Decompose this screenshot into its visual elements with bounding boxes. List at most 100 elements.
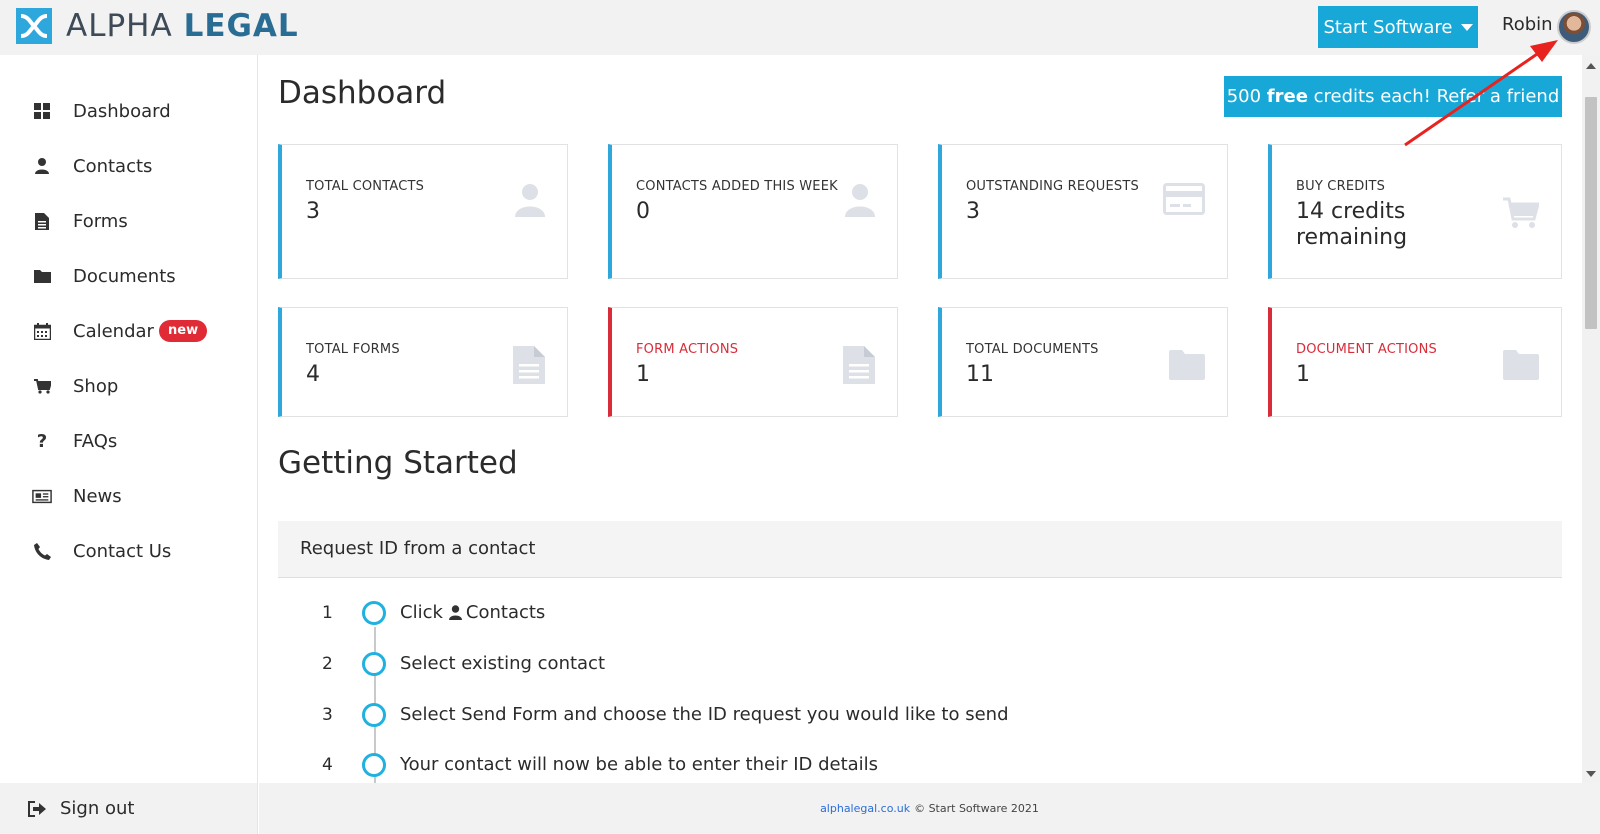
- page-title: Dashboard: [278, 75, 447, 111]
- card-form-actions[interactable]: FORM ACTIONS 1: [608, 307, 898, 417]
- step-text: Select existing contact: [400, 653, 606, 674]
- step-number: 4: [322, 755, 333, 775]
- card-value: 11: [966, 362, 994, 387]
- panel-header[interactable]: Request ID from a contact: [278, 521, 1562, 578]
- card-value: 4: [306, 362, 320, 387]
- sign-out-button[interactable]: Sign out: [0, 783, 258, 834]
- card-value: 14 credits remaining: [1296, 199, 1408, 250]
- card-value: 3: [306, 199, 320, 224]
- footer-link[interactable]: alphalegal.co.uk: [820, 802, 910, 815]
- avatar[interactable]: [1557, 10, 1591, 44]
- alpha-logo-icon: [16, 8, 52, 44]
- step-3: 3 Select Send Form and choose the ID req…: [259, 703, 1559, 733]
- document-icon: [513, 346, 545, 388]
- user-icon: [515, 183, 545, 221]
- credit-card-icon: [1163, 183, 1205, 219]
- card-label: FORM ACTIONS: [636, 342, 739, 357]
- folder-icon: [1503, 350, 1539, 384]
- sidebar-item-forms[interactable]: Forms: [0, 201, 258, 241]
- sidebar-item-contacts[interactable]: Contacts: [0, 146, 258, 186]
- scrollbar-thumb[interactable]: [1585, 97, 1597, 329]
- document-icon: [843, 346, 875, 388]
- top-bar: ALPHA LEGAL Start Software Robin: [0, 0, 1600, 55]
- cart-icon: [32, 376, 52, 396]
- card-label: DOCUMENT ACTIONS: [1296, 342, 1437, 357]
- folder-icon: [32, 266, 52, 286]
- card-outstanding-requests[interactable]: OUTSTANDING REQUESTS 3: [938, 144, 1228, 279]
- sign-out-label: Sign out: [60, 798, 135, 819]
- card-buy-credits[interactable]: BUY CREDITS 14 credits remaining: [1268, 144, 1562, 279]
- dashboard-icon: [32, 101, 52, 121]
- card-document-actions[interactable]: DOCUMENT ACTIONS 1: [1268, 307, 1562, 417]
- getting-started-title: Getting Started: [278, 445, 518, 481]
- sidebar-item-dashboard[interactable]: Dashboard: [0, 91, 258, 131]
- step-number: 2: [322, 654, 333, 674]
- card-label: TOTAL FORMS: [306, 342, 400, 357]
- card-total-contacts[interactable]: TOTAL CONTACTS 3: [278, 144, 568, 279]
- form-icon: [32, 211, 52, 231]
- brand-logo[interactable]: ALPHA LEGAL: [16, 8, 299, 44]
- user-icon: [845, 183, 875, 221]
- caret-down-icon: [1460, 23, 1473, 31]
- sidebar-item-label: Shop: [73, 375, 119, 397]
- newspaper-icon: [32, 486, 52, 506]
- phone-icon: [32, 541, 52, 561]
- brand-name: ALPHA LEGAL: [66, 8, 299, 44]
- sidebar-item-label: Contact Us: [73, 540, 172, 562]
- folder-icon: [1169, 350, 1205, 384]
- card-label: OUTSTANDING REQUESTS: [966, 179, 1139, 194]
- user-icon: [32, 156, 52, 176]
- cart-icon: [1503, 197, 1540, 233]
- step-number: 3: [322, 705, 333, 725]
- card-label: BUY CREDITS: [1296, 179, 1386, 194]
- footer: alphalegal.co.uk © Start Software 2021: [259, 783, 1600, 834]
- sidebar-item-news[interactable]: News: [0, 476, 258, 516]
- step-circle: [362, 601, 386, 625]
- step-4: 4 Your contact will now be able to enter…: [259, 753, 1559, 783]
- footer-copyright: © Start Software 2021: [914, 802, 1039, 815]
- scroll-up-arrow-icon[interactable]: [1586, 63, 1596, 69]
- username[interactable]: Robin: [1502, 14, 1553, 35]
- calendar-icon: [32, 321, 52, 341]
- sidebar-item-label: Documents: [73, 265, 176, 287]
- card-value: 0: [636, 199, 650, 224]
- scrollbar[interactable]: [1582, 55, 1600, 783]
- sidebar-item-label: Dashboard: [73, 100, 171, 122]
- step-circle: [362, 753, 386, 777]
- sidebar-item-label: News: [73, 485, 122, 507]
- sidebar-item-calendar[interactable]: Calendar new: [0, 311, 258, 351]
- user-icon: [448, 605, 462, 620]
- question-icon: ?: [36, 430, 48, 452]
- step-2: 2 Select existing contact: [259, 652, 1559, 682]
- card-total-documents[interactable]: TOTAL DOCUMENTS 11: [938, 307, 1228, 417]
- step-number: 1: [322, 603, 333, 623]
- step-text: Click Contacts: [400, 602, 546, 623]
- sidebar-item-faqs[interactable]: ? FAQs: [0, 421, 258, 461]
- card-value: 1: [636, 362, 650, 387]
- step-circle: [362, 703, 386, 727]
- sidebar-item-shop[interactable]: Shop: [0, 366, 258, 406]
- card-contacts-added-this-week[interactable]: CONTACTS ADDED THIS WEEK 0: [608, 144, 898, 279]
- sidebar-item-label: Calendar: [73, 320, 154, 342]
- card-label: CONTACTS ADDED THIS WEEK: [636, 179, 838, 194]
- step-text: Select Send Form and choose the ID reque…: [400, 704, 1009, 725]
- sidebar-item-documents[interactable]: Documents: [0, 256, 258, 296]
- refer-friend-button[interactable]: 500 free credits each! Refer a friend: [1224, 76, 1562, 117]
- card-label: TOTAL CONTACTS: [306, 179, 425, 194]
- sidebar-item-label: FAQs: [73, 430, 118, 452]
- sidebar: Dashboard Contacts Forms Documents Calen…: [0, 55, 258, 783]
- step-1: 1 Click Contacts: [259, 601, 1559, 631]
- sign-out-icon: [27, 799, 47, 819]
- step-text: Your contact will now be able to enter t…: [400, 754, 879, 775]
- main-content: Dashboard 500 free credits each! Refer a…: [259, 55, 1582, 783]
- card-total-forms[interactable]: TOTAL FORMS 4: [278, 307, 568, 417]
- start-software-button[interactable]: Start Software: [1318, 6, 1478, 48]
- new-badge: new: [159, 320, 208, 342]
- panel-title: Request ID from a contact: [300, 538, 536, 559]
- sidebar-item-label: Contacts: [73, 155, 153, 177]
- card-value: 1: [1296, 362, 1310, 387]
- sidebar-item-contact-us[interactable]: Contact Us: [0, 531, 258, 571]
- step-circle: [362, 652, 386, 676]
- scroll-down-arrow-icon[interactable]: [1586, 771, 1596, 777]
- sidebar-item-label: Forms: [73, 210, 128, 232]
